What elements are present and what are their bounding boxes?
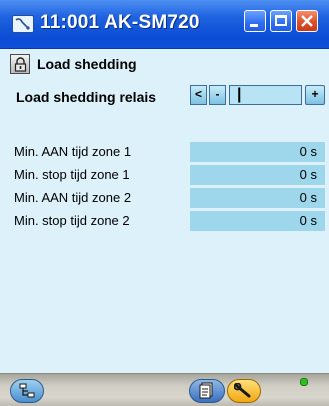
status-indicator bbox=[300, 378, 308, 386]
first-button[interactable]: < bbox=[190, 85, 207, 105]
table-row: Min. AAN tijd zone 2 0 s bbox=[0, 188, 329, 208]
table-row: Min. stop tijd zone 1 0 s bbox=[0, 165, 329, 185]
parameter-label: Min. AAN tijd zone 1 bbox=[14, 144, 132, 159]
app-window: 11:001 AK-SM720 Load shedding Load shedd… bbox=[0, 0, 329, 406]
minimize-button[interactable] bbox=[244, 10, 266, 32]
close-button[interactable] bbox=[296, 10, 318, 32]
parameter-value[interactable]: 0 s bbox=[190, 188, 325, 208]
service-tool-button[interactable] bbox=[227, 379, 261, 403]
maximize-button[interactable] bbox=[270, 10, 292, 32]
page-header: Load shedding bbox=[10, 54, 310, 76]
app-icon bbox=[12, 15, 34, 33]
network-icon bbox=[19, 383, 35, 398]
selector-label: Load shedding relais bbox=[16, 89, 157, 105]
table-row: Min. stop tijd zone 2 0 s bbox=[0, 211, 329, 231]
minimize-icon bbox=[250, 24, 258, 27]
parameter-value[interactable]: 0 s bbox=[190, 142, 325, 162]
parameter-value[interactable]: 0 s bbox=[190, 211, 325, 231]
title-bar[interactable]: 11:001 AK-SM720 bbox=[0, 0, 329, 49]
previous-button[interactable]: - bbox=[209, 85, 226, 105]
document-icon bbox=[199, 382, 213, 399]
parameter-table: Min. AAN tijd zone 1 0 s Min. stop tijd … bbox=[0, 142, 329, 234]
bottom-toolbar bbox=[0, 373, 329, 406]
close-icon bbox=[301, 15, 313, 27]
wrench-icon bbox=[234, 383, 251, 398]
parameter-label: Min. AAN tijd zone 2 bbox=[14, 190, 132, 205]
parameter-value[interactable]: 0 s bbox=[190, 165, 325, 185]
document-button[interactable] bbox=[189, 379, 225, 403]
parameter-label: Min. stop tijd zone 1 bbox=[14, 167, 130, 182]
parameter-label: Min. stop tijd zone 2 bbox=[14, 213, 130, 228]
window-title: 11:001 AK-SM720 bbox=[40, 12, 200, 33]
selector-value[interactable]: | bbox=[229, 85, 302, 105]
lock-icon[interactable] bbox=[10, 54, 30, 74]
network-button[interactable] bbox=[10, 379, 44, 403]
table-row: Min. AAN tijd zone 1 0 s bbox=[0, 142, 329, 162]
page-title: Load shedding bbox=[37, 56, 137, 72]
next-button[interactable]: + bbox=[305, 85, 325, 105]
maximize-icon bbox=[275, 15, 287, 26]
